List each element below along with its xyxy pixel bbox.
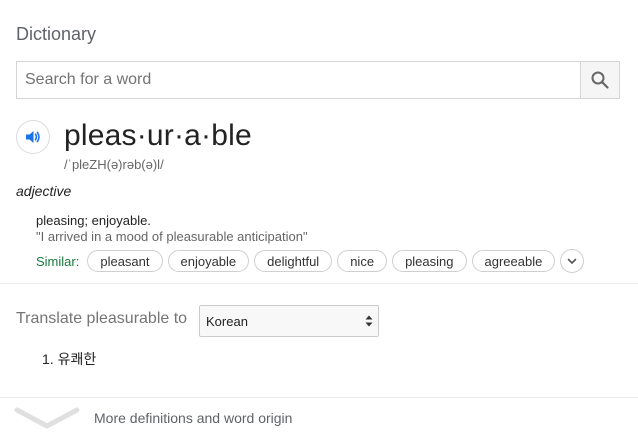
similar-chip-agreeable[interactable]: agreeable <box>471 250 556 272</box>
section-divider <box>0 283 638 284</box>
translate-label: Translate pleasurable to <box>16 310 188 327</box>
pronunciation-button[interactable] <box>16 120 50 154</box>
expand-chevron-icon[interactable] <box>14 405 80 431</box>
footer-divider <box>0 397 638 398</box>
more-definitions-link[interactable]: More definitions and word origin <box>94 410 292 426</box>
language-select[interactable]: Korean <box>199 305 379 337</box>
chevron-down-icon <box>568 258 577 264</box>
expand-similar-button[interactable] <box>560 249 585 273</box>
panel-title: Dictionary <box>16 24 97 44</box>
similar-label: Similar: <box>36 253 80 269</box>
definition-text: pleasing; enjoyable. <box>36 213 151 228</box>
example-sentence: "I arrived in a mood of pleasurable anti… <box>36 229 308 244</box>
select-arrows-icon <box>365 315 373 327</box>
speaker-icon <box>26 131 40 143</box>
dictionary-card: Dictionary pleas·ur·a·ble /ˈpleZH(ə)rəb(… <box>0 0 638 438</box>
part-of-speech: adjective <box>16 183 72 199</box>
similar-words-row: Similar: pleasant enjoyable delightful n… <box>36 249 585 273</box>
search-box <box>16 61 620 99</box>
phonetic-spelling: /ˈpleZH(ə)rəb(ə)l/ <box>64 157 164 172</box>
similar-chip-delightful[interactable]: delightful <box>254 250 333 272</box>
translation-result: 1. 유쾌한 <box>42 351 97 367</box>
similar-chip-pleasant[interactable]: pleasant <box>87 250 163 272</box>
selected-language: Korean <box>206 313 248 329</box>
search-button[interactable] <box>580 62 619 98</box>
search-icon <box>591 71 609 89</box>
similar-chip-pleasing[interactable]: pleasing <box>392 250 467 272</box>
similar-chip-nice[interactable]: nice <box>337 250 388 272</box>
similar-chip-enjoyable[interactable]: enjoyable <box>167 250 250 272</box>
search-input[interactable] <box>17 62 581 98</box>
headword: pleas·ur·a·ble <box>64 119 252 152</box>
